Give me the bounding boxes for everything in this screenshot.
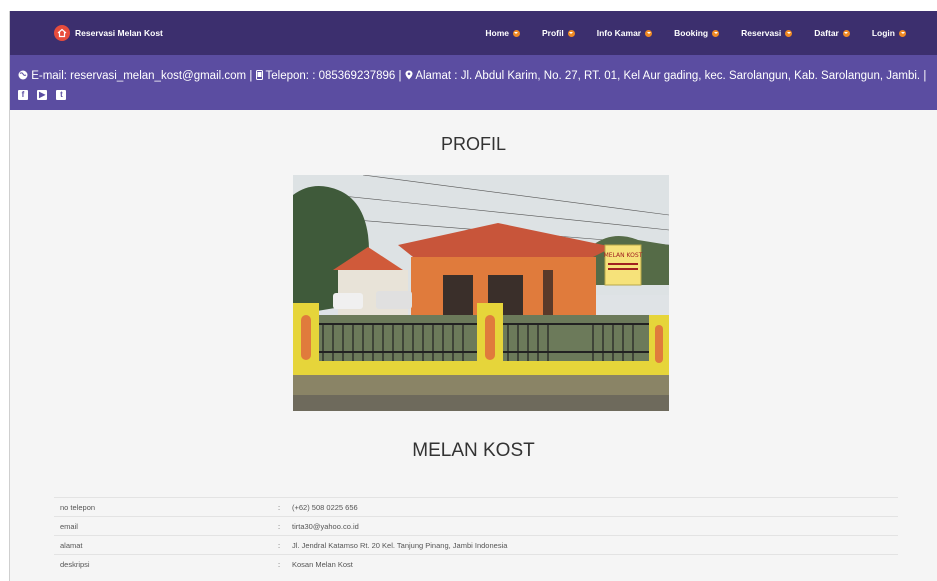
home-icon (54, 25, 70, 41)
facebook-icon[interactable]: f (18, 90, 28, 100)
row-value: Kosan Melan Kost (286, 554, 898, 574)
row-key: alamat (54, 535, 272, 555)
nav-profil-label: Profil (541, 28, 564, 38)
nav-daftar-label: Daftar (814, 28, 839, 38)
dropdown-caret-icon (785, 29, 793, 37)
main-content: PROFIL MELAN KOST MELAN KOST no telepon … (10, 110, 937, 581)
twitter-icon[interactable]: t (56, 90, 67, 100)
nav-reservasi[interactable]: Reservasi (730, 11, 803, 55)
mobile-icon (255, 69, 263, 85)
main-menu: Home Profil Info Kamar Booking Reservasi… (474, 11, 917, 55)
nav-reservasi-label: Reservasi (741, 28, 782, 38)
table-row: deskripsi : Kosan Melan Kost (54, 554, 898, 574)
table-row: no telepon : (+62) 508 0225 656 (54, 497, 898, 517)
table-row: alamat : Jl. Jendral Katamso Rt. 20 Kel.… (54, 535, 898, 555)
brand-name: Reservasi Melan Kost (75, 28, 163, 38)
nav-booking[interactable]: Booking (663, 11, 730, 55)
globe-icon (18, 69, 28, 85)
row-separator: : (272, 554, 286, 574)
nav-booking-label: Booking (674, 28, 709, 38)
row-value: Jl. Jendral Katamso Rt. 20 Kel. Tanjung … (286, 535, 898, 555)
table-row: email : tirta30@yahoo.co.id (54, 516, 898, 536)
contact-address: Alamat : Jl. Abdul Karim, No. 27, RT. 01… (415, 70, 921, 82)
row-separator: : (272, 497, 286, 517)
row-key: deskripsi (54, 554, 272, 574)
row-value: (+62) 508 0225 656 (286, 497, 898, 517)
nav-profil[interactable]: Profil (531, 11, 586, 55)
nav-login[interactable]: Login (861, 11, 917, 55)
kost-name-heading: MELAN KOST (412, 440, 535, 461)
dropdown-caret-icon (645, 29, 653, 37)
row-value: tirta30@yahoo.co.id (286, 516, 898, 536)
row-separator: : (272, 516, 286, 536)
nav-daftar[interactable]: Daftar (803, 11, 861, 55)
dropdown-caret-icon (712, 29, 720, 37)
row-key: no telepon (54, 497, 272, 517)
row-key: email (54, 516, 272, 536)
dropdown-caret-icon (899, 29, 906, 37)
nav-info-kamar-label: Info Kamar (596, 28, 642, 38)
row-separator: : (272, 535, 286, 555)
separator: | (398, 70, 402, 82)
map-marker-icon (405, 69, 413, 85)
separator: | (249, 70, 253, 82)
nav-home-label: Home (485, 28, 509, 38)
brand-link[interactable]: Reservasi Melan Kost (54, 25, 163, 41)
nav-home[interactable]: Home (474, 11, 531, 55)
kost-photo: MELAN KOST (293, 175, 669, 411)
profile-info-table: no telepon : (+62) 508 0225 656 email : … (54, 497, 898, 574)
nav-info-kamar[interactable]: Info Kamar (586, 11, 663, 55)
contact-info-bar: E-mail: reservasi_melan_kost@gmail.com |… (10, 55, 937, 110)
dropdown-caret-icon (842, 29, 850, 37)
dropdown-caret-icon (512, 29, 520, 37)
contact-email: E-mail: reservasi_melan_kost@gmail.com (31, 70, 247, 82)
youtube-icon[interactable]: ▶ (37, 90, 48, 100)
browser-viewport: Reservasi Melan Kost Home Profil Info Ka… (9, 11, 937, 581)
contact-phone: Telepon: : 085369237896 (265, 70, 396, 82)
nav-login-label: Login (871, 28, 895, 38)
page-title: PROFIL (440, 134, 506, 154)
kost-sign-text: MELAN KOST (604, 252, 643, 259)
separator: | (923, 70, 927, 82)
dropdown-caret-icon (567, 29, 575, 37)
top-navbar: Reservasi Melan Kost Home Profil Info Ka… (10, 11, 937, 55)
